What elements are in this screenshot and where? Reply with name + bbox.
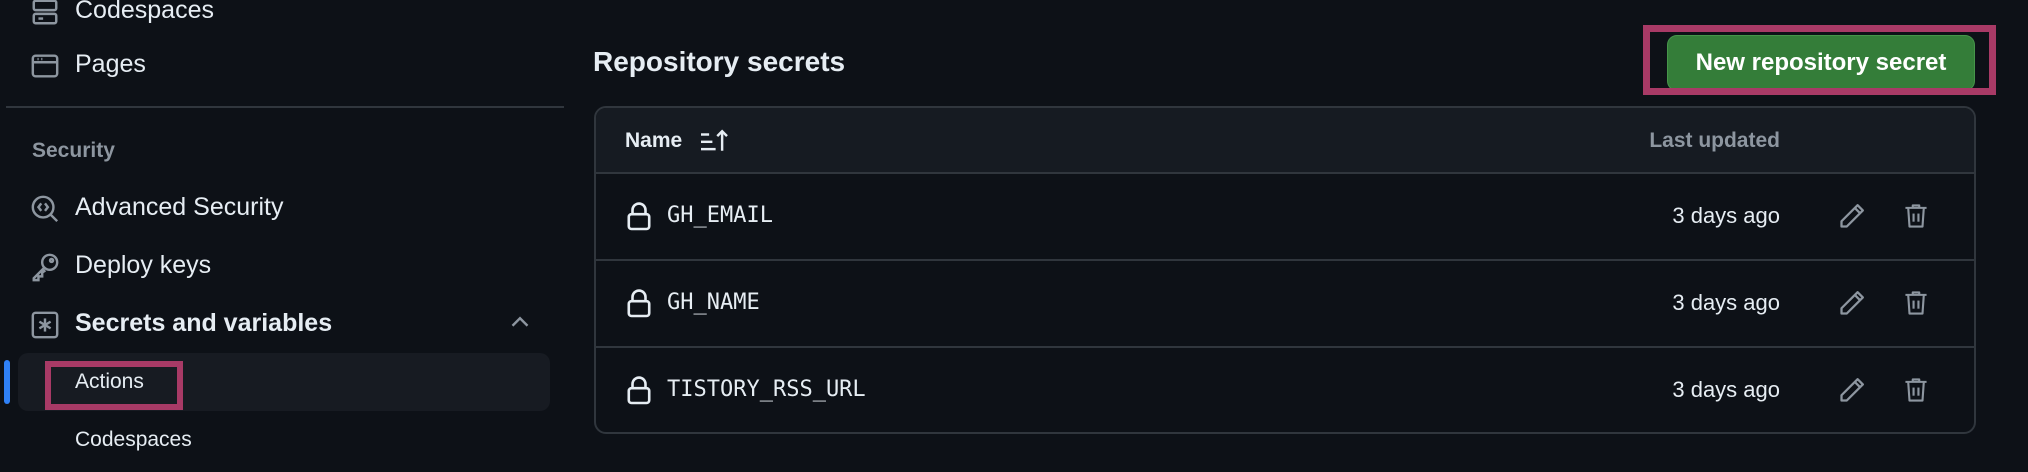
sidebar-item-deploy-keys[interactable]: Deploy keys — [0, 238, 566, 294]
table-row: GH_EMAIL 3 days ago — [596, 174, 1974, 261]
sidebar-divider — [6, 106, 564, 108]
server-icon — [30, 0, 60, 27]
secret-name: GH_NAME — [667, 290, 760, 315]
page-title: Repository secrets — [593, 46, 846, 77]
secrets-table: Name Last updated GH_EMAIL 3 days ago GH… — [594, 106, 1976, 434]
sidebar-item-label: Deploy keys — [75, 251, 212, 279]
code-scan-icon — [30, 194, 60, 224]
secret-name: TISTORY_RSS_URL — [667, 377, 866, 402]
key-icon — [30, 252, 60, 282]
chevron-up-icon[interactable] — [508, 310, 532, 334]
table-row: GH_NAME 3 days ago — [596, 261, 1974, 348]
trash-icon[interactable] — [1903, 376, 1929, 404]
pencil-icon[interactable] — [1838, 376, 1866, 404]
table-header: Name Last updated — [596, 108, 1974, 174]
column-header-name[interactable]: Name — [625, 129, 682, 153]
sidebar-section-heading: Security — [32, 139, 115, 162]
secret-last-updated: 3 days ago — [1672, 203, 1780, 228]
secret-last-updated: 3 days ago — [1672, 377, 1780, 402]
sidebar-item-label: Codespaces — [75, 0, 214, 24]
sidebar-subitem-codespaces[interactable]: Codespaces — [75, 428, 192, 452]
asterisk-icon — [30, 310, 60, 340]
browser-icon — [30, 51, 60, 81]
secret-name: GH_EMAIL — [667, 203, 773, 228]
sidebar-item-label: Pages — [75, 50, 146, 78]
highlight-box — [1643, 25, 1996, 95]
settings-sidebar: Codespaces Pages Security Advanced Secur… — [0, 0, 566, 472]
secret-last-updated: 3 days ago — [1672, 290, 1780, 315]
sidebar-item-codespaces[interactable]: Codespaces — [0, 0, 566, 39]
lock-icon — [626, 201, 652, 231]
sort-asc-icon[interactable] — [699, 128, 729, 154]
sidebar-item-pages[interactable]: Pages — [0, 37, 566, 93]
highlight-box — [45, 361, 183, 410]
active-indicator — [4, 360, 10, 404]
trash-icon[interactable] — [1903, 202, 1929, 230]
pencil-icon[interactable] — [1838, 289, 1866, 317]
sidebar-item-label: Secrets and variables — [75, 309, 333, 337]
sidebar-item-secrets-and-variables[interactable]: Secrets and variables — [0, 296, 566, 352]
pencil-icon[interactable] — [1838, 202, 1866, 230]
lock-icon — [626, 375, 652, 405]
lock-icon — [626, 288, 652, 318]
sidebar-item-advanced-security[interactable]: Advanced Security — [0, 180, 566, 236]
trash-icon[interactable] — [1903, 289, 1929, 317]
sidebar-item-label: Advanced Security — [75, 193, 284, 221]
table-row: TISTORY_RSS_URL 3 days ago — [596, 348, 1974, 432]
column-header-last-updated: Last updated — [1649, 129, 1780, 152]
